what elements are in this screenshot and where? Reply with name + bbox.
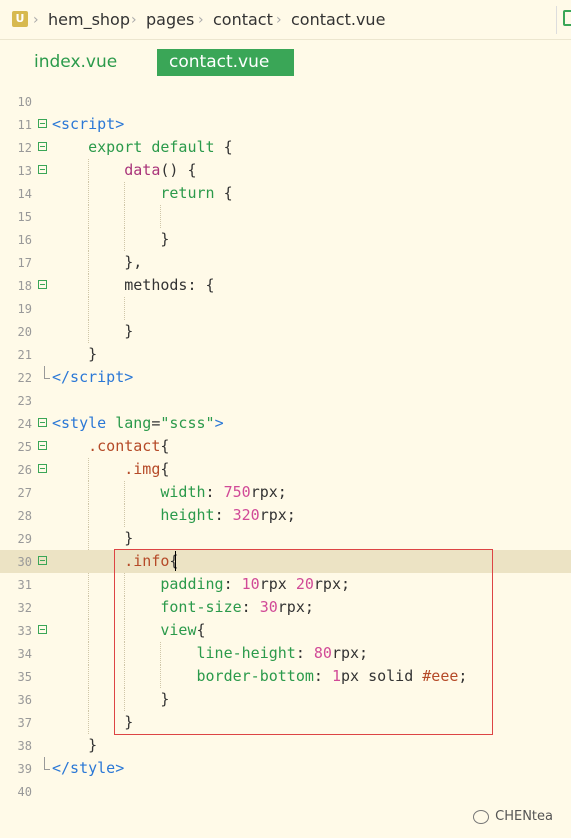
line-number: 25 — [17, 440, 32, 454]
line-number: 18 — [17, 279, 32, 293]
code-line: 18 methods: { — [0, 274, 571, 297]
line-number: 21 — [17, 348, 32, 362]
fold-toggle-icon[interactable] — [38, 280, 47, 289]
fold-toggle-icon[interactable] — [38, 556, 47, 565]
code-line: 34 line-height: 80rpx; — [0, 642, 571, 665]
code-line: 24 <style lang="scss"> — [0, 412, 571, 435]
code-line: 15 — [0, 205, 571, 228]
code-line: 11 <script> — [0, 113, 571, 136]
line-number: 24 — [17, 417, 32, 431]
code-line: 28 height: 320rpx; — [0, 504, 571, 527]
code-line: 39 </style> — [0, 757, 571, 780]
breadcrumb-item-contact[interactable]: contact — [213, 9, 273, 31]
code-line: 12 export default { — [0, 136, 571, 159]
code-line: 27 width: 750rpx; — [0, 481, 571, 504]
line-number: 19 — [17, 302, 32, 316]
line-number: 28 — [17, 509, 32, 523]
watermark: CHENtea — [473, 809, 553, 824]
fold-toggle-icon[interactable] — [38, 464, 47, 473]
line-number: 22 — [17, 371, 32, 385]
code-line: 36 } — [0, 688, 571, 711]
text-cursor — [175, 551, 176, 571]
app-logo-icon: U — [12, 11, 28, 27]
code-line: 31 padding: 10rpx 20rpx; — [0, 573, 571, 596]
code-line: 29 } — [0, 527, 571, 550]
line-number: 34 — [17, 647, 32, 661]
line-number: 36 — [17, 693, 32, 707]
chevron-right-icon: › — [33, 12, 39, 28]
chat-icon — [473, 809, 490, 824]
line-number: 10 — [17, 95, 32, 109]
line-number: 15 — [17, 210, 32, 224]
chevron-right-icon: › — [131, 12, 137, 28]
line-number: 11 — [17, 118, 32, 132]
breadcrumb-item-contact-vue[interactable]: contact.vue — [291, 9, 385, 31]
code-line: 32 font-size: 30rpx; — [0, 596, 571, 619]
code-line: 33 view{ — [0, 619, 571, 642]
breadcrumb: U › hem_shop › pages › contact › contact… — [0, 0, 571, 40]
code-line: 16 } — [0, 228, 571, 251]
fold-toggle-icon[interactable] — [38, 142, 47, 151]
fold-toggle-icon[interactable] — [38, 418, 47, 427]
line-number: 12 — [17, 141, 32, 155]
line-number: 23 — [17, 394, 32, 408]
code-line: 23 — [0, 389, 571, 412]
breadcrumb-item-hem-shop[interactable]: hem_shop — [48, 9, 130, 31]
code-line: 14 return { — [0, 182, 571, 205]
fold-toggle-icon[interactable] — [38, 441, 47, 450]
line-number: 14 — [17, 187, 32, 201]
line-number: 17 — [17, 256, 32, 270]
line-number: 33 — [17, 624, 32, 638]
breadcrumb-item-pages[interactable]: pages — [146, 9, 194, 31]
line-number: 31 — [17, 578, 32, 592]
line-number: 30 — [17, 555, 32, 569]
file-icon[interactable] — [563, 10, 571, 26]
code-line: 13 data() { — [0, 159, 571, 182]
code-line: 17 }, — [0, 251, 571, 274]
code-line: 37 } — [0, 711, 571, 734]
fold-toggle-icon[interactable] — [38, 165, 47, 174]
line-number: 37 — [17, 716, 32, 730]
code-line: 35 border-bottom: 1px solid #eee; — [0, 665, 571, 688]
tab-index-vue[interactable]: index.vue — [34, 49, 117, 76]
line-number: 38 — [17, 739, 32, 753]
line-number: 32 — [17, 601, 32, 615]
watermark-label: CHENtea — [495, 809, 553, 824]
divider — [556, 6, 557, 34]
tab-contact-vue[interactable]: contact.vue — [157, 49, 294, 76]
code-line: 38 } — [0, 734, 571, 757]
line-number: 20 — [17, 325, 32, 339]
code-line: 20 } — [0, 320, 571, 343]
code-editor[interactable]: 10 11 <script> 12 export default { 13 da… — [0, 90, 571, 803]
line-number: 16 — [17, 233, 32, 247]
fold-toggle-icon[interactable] — [38, 625, 47, 634]
line-number: 35 — [17, 670, 32, 684]
line-number: 26 — [17, 463, 32, 477]
code-line-current: 30 .info{ — [0, 550, 571, 573]
line-number: 39 — [17, 762, 32, 776]
code-line: 25 .contact{ — [0, 435, 571, 458]
line-number: 13 — [17, 164, 32, 178]
fold-toggle-icon[interactable] — [38, 119, 47, 128]
line-number: 27 — [17, 486, 32, 500]
chevron-right-icon: › — [276, 12, 282, 28]
code-line: 19 — [0, 297, 571, 320]
line-number: 40 — [17, 785, 32, 799]
code-line: 10 — [0, 90, 571, 113]
chevron-right-icon: › — [198, 12, 204, 28]
code-line: 21 } — [0, 343, 571, 366]
code-line: 26 .img{ — [0, 458, 571, 481]
code-line: 22 </script> — [0, 366, 571, 389]
code-line: 40 — [0, 780, 571, 803]
line-number: 29 — [17, 532, 32, 546]
